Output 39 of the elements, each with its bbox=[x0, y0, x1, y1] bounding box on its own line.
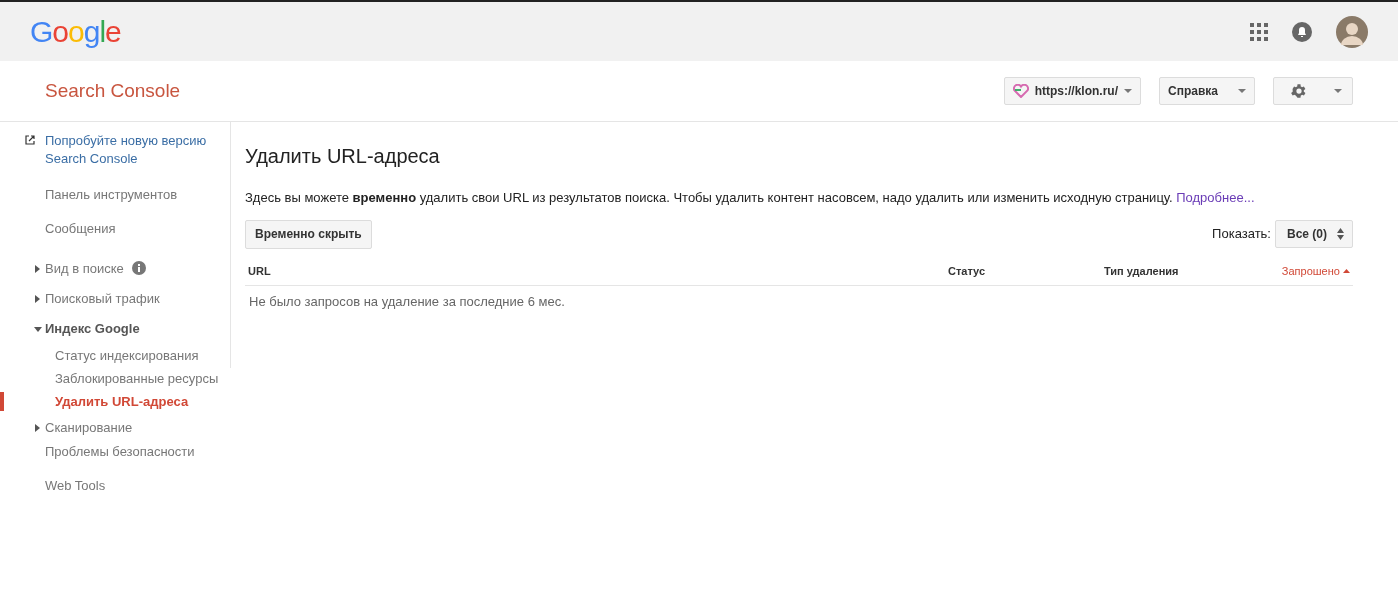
column-header[interactable]: Тип удаления bbox=[1101, 256, 1278, 285]
sidebar-item[interactable]: Web Tools bbox=[0, 469, 230, 503]
sidebar-group[interactable]: Поисковый трафик bbox=[0, 284, 160, 314]
column-header[interactable]: Статус bbox=[945, 256, 1101, 285]
column-header[interactable]: Запрошено bbox=[1278, 256, 1353, 285]
settings-icon bbox=[1290, 82, 1308, 100]
collapse-arrow-icon[interactable] bbox=[34, 326, 42, 334]
sidebar-subitem[interactable]: Статус индексирования bbox=[55, 344, 199, 367]
description-text: Здесь вы можете временно удалить свои URL из результатов поиска. Чтобы удалить контент насовсем, надо удалить или изменить исходную страницу. Подробнее... bbox=[245, 189, 1256, 207]
more-info-link[interactable]: Подробнее... bbox=[1176, 190, 1255, 205]
temporarily-hide-button[interactable]: Временно скрыть bbox=[245, 219, 372, 249]
sidebar-item[interactable]: Сообщения bbox=[0, 212, 230, 246]
column-header[interactable]: URL bbox=[245, 256, 945, 285]
google-logo[interactable]: Google bbox=[30, 9, 121, 54]
external-link-icon bbox=[25, 135, 35, 145]
expand-arrow-icon[interactable] bbox=[34, 424, 42, 432]
settings-dropdown[interactable] bbox=[1273, 77, 1353, 105]
heart-icon bbox=[1012, 84, 1029, 98]
expand-arrow-icon[interactable] bbox=[34, 265, 42, 273]
property-selector[interactable]: https://klon.ru/ bbox=[1003, 77, 1141, 105]
sidebar-group[interactable]: Вид в поиске bbox=[0, 254, 124, 284]
apps-grid-icon[interactable] bbox=[1250, 22, 1268, 41]
expand-arrow-icon[interactable] bbox=[34, 295, 42, 303]
sidebar-subitem[interactable]: Заблокированные ресурсы bbox=[55, 367, 219, 390]
sort-arrows-icon bbox=[1337, 228, 1344, 240]
empty-table-message: Не было запросов на удаление за последние 6 мес. bbox=[248, 293, 566, 311]
page-title: Удалить URL-адреса bbox=[245, 144, 441, 168]
filter-select[interactable]: Все (0) bbox=[1275, 220, 1353, 248]
new-version-link[interactable]: Попробуйте новую версию Search Console bbox=[0, 132, 230, 168]
help-dropdown[interactable]: Справка bbox=[1159, 77, 1255, 105]
sidebar-item[interactable]: Панель инструментов bbox=[0, 178, 230, 212]
show-label: Показать: bbox=[1212, 225, 1271, 244]
sidebar-subitem[interactable]: Удалить URL-адреса bbox=[55, 390, 189, 413]
notifications-bell-icon[interactable] bbox=[1292, 21, 1312, 42]
avatar-icon[interactable] bbox=[1336, 15, 1368, 48]
info-icon[interactable] bbox=[131, 261, 146, 275]
sort-ascending-icon bbox=[1343, 268, 1350, 273]
sidebar-group[interactable]: Индекс Google bbox=[0, 314, 140, 344]
product-title: Search Console bbox=[45, 78, 181, 103]
